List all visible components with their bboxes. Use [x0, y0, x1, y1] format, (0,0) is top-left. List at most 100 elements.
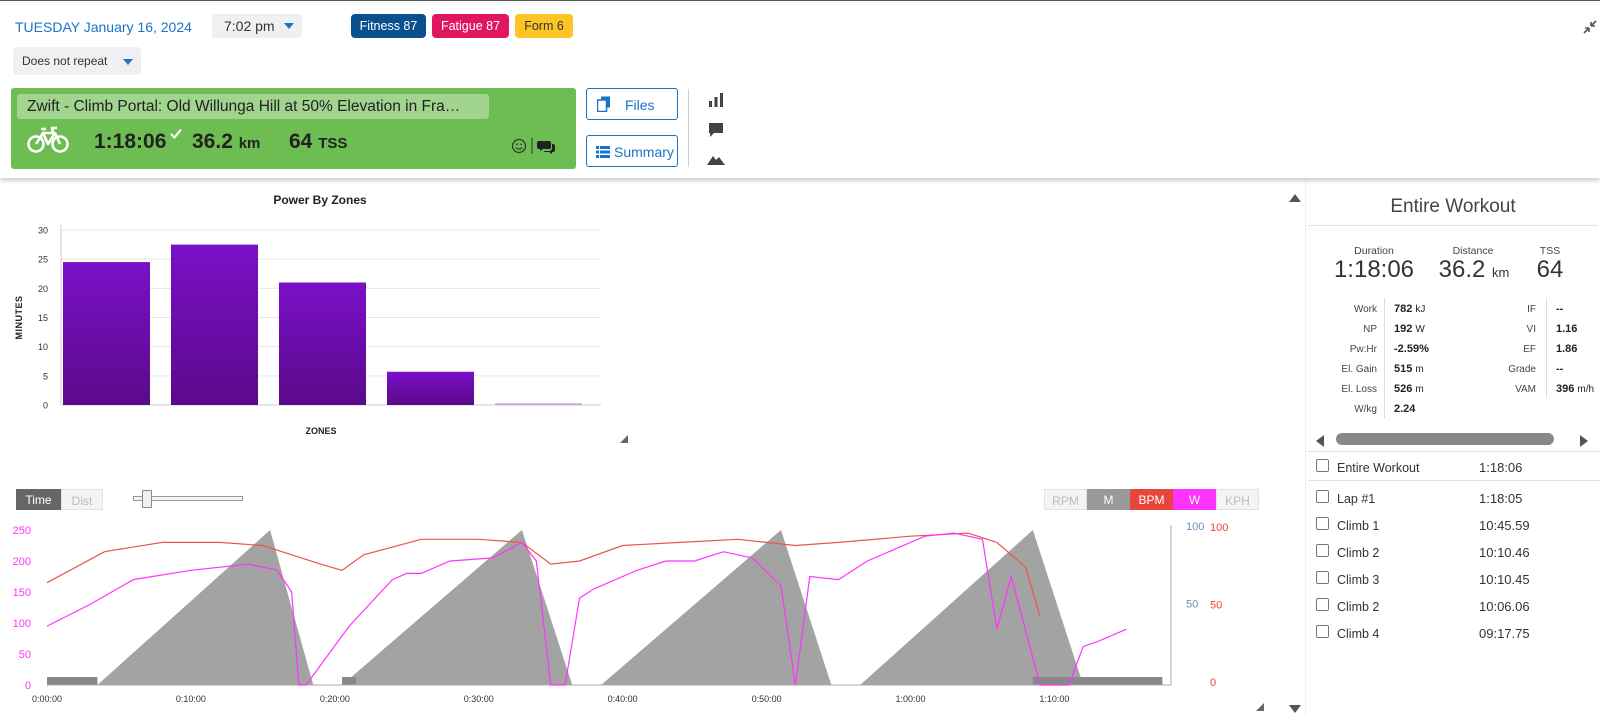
fatigue-badge: Fatigue 87 [432, 14, 509, 38]
lap-checkbox[interactable] [1316, 459, 1329, 472]
lap-row[interactable]: Lap #1 1:18:05 [1316, 490, 1598, 512]
x-tick-label: 0:20:00 [320, 694, 350, 704]
right-panel-separator [1305, 178, 1306, 715]
lap-row[interactable]: Climb 2 10:10.46 [1316, 544, 1598, 566]
stat-np-label: NP [1363, 324, 1377, 335]
right-panel-title: Entire Workout [1390, 196, 1516, 217]
scroll-right-icon[interactable] [1580, 434, 1588, 452]
workout-date[interactable]: TUESDAY January 16, 2024 [15, 19, 192, 35]
smiley-icon[interactable] [511, 138, 527, 154]
left-axis-tick: 50 [19, 649, 31, 661]
lap-time: 10:06.06 [1479, 599, 1530, 614]
lap-name: Lap #1 [1337, 492, 1376, 506]
stat-pwhr-label: Pw:Hr [1349, 344, 1377, 355]
time-toggle[interactable]: Time [16, 489, 61, 510]
stat-vi-label: VI [1526, 324, 1536, 335]
app-root: TUESDAY January 16, 2024 7:02 pm Fitness… [0, 0, 1600, 715]
dist-toggle[interactable]: Dist [61, 489, 103, 510]
y-tick-label: 30 [38, 226, 48, 236]
files-button[interactable]: Files [586, 88, 678, 120]
elevation-flat-start [47, 677, 98, 685]
right-axis-1-tick: 100 [1186, 521, 1204, 533]
elevation-area [97, 530, 1084, 685]
rpm-label: RPM [1052, 494, 1079, 508]
workout-title[interactable]: Zwift - Climb Portal: Old Willunga Hill … [17, 94, 489, 119]
y-tick-label: 0 [43, 401, 48, 411]
workout-tss: 64 TSS [289, 130, 347, 154]
lap-checkbox[interactable] [1316, 490, 1329, 503]
kph-toggle[interactable]: KPH [1216, 489, 1259, 510]
fitness-badge-label: Fitness 87 [359, 19, 418, 33]
y-tick-label: 15 [38, 313, 48, 323]
scroll-up-icon[interactable] [1289, 189, 1301, 207]
zone-bar [387, 371, 474, 405]
elgain-unit: m [1415, 364, 1424, 375]
time-select[interactable]: 7:02 pm [212, 14, 302, 38]
elgain-number: 515 [1394, 363, 1413, 375]
repeat-value: Does not repeat [22, 54, 108, 68]
scroll-left-icon[interactable] [1316, 434, 1324, 452]
resize-handle-icon[interactable] [620, 430, 628, 448]
zone-bar [63, 262, 150, 405]
lap-row-entire[interactable]: Entire Workout 1:18:06 [1316, 459, 1598, 481]
resize-handle-icon[interactable] [1256, 698, 1264, 715]
left-axis-tick: 100 [13, 618, 31, 630]
fatigue-badge-label: Fatigue 87 [440, 19, 501, 33]
repeat-select[interactable]: Does not repeat [13, 47, 141, 75]
m-toggle[interactable]: M [1087, 489, 1130, 510]
stat-work-value: 782 kJ [1394, 303, 1425, 315]
bpm-toggle[interactable]: BPM [1130, 489, 1173, 510]
lap-time: 10:10.45 [1479, 572, 1530, 587]
x-tick-label: 0:50:00 [752, 694, 782, 704]
lap-name: Climb 2 [1337, 600, 1380, 614]
elevation-flat-segment [342, 677, 357, 685]
stat-ef-value: 1.86 [1556, 343, 1578, 355]
tss-unit: TSS [318, 135, 348, 152]
stat-elgain-label: El. Gain [1341, 364, 1377, 375]
left-axis-tick: 200 [13, 556, 31, 568]
lap-row[interactable]: Climb 3 10:10.45 [1316, 571, 1598, 593]
lap-row[interactable]: Climb 4 09:17.75 [1316, 625, 1598, 647]
lap-row[interactable]: Climb 2 10:06.06 [1316, 598, 1598, 620]
lap-name: Climb 4 [1337, 627, 1380, 641]
files-icon [596, 96, 611, 115]
collapse-icon[interactable] [1582, 19, 1598, 35]
lap-checkbox[interactable] [1316, 517, 1329, 530]
x-tick-label: 0:40:00 [608, 694, 638, 704]
elloss-number: 526 [1394, 383, 1413, 395]
elevation-icon[interactable] [707, 153, 725, 172]
stats-scrollbar[interactable] [1336, 433, 1554, 445]
rpm-toggle[interactable]: RPM [1044, 489, 1087, 510]
summary-button[interactable]: Summary [586, 135, 678, 167]
lap-row[interactable]: Climb 1 10:45.59 [1316, 517, 1598, 539]
y-tick-label: 25 [38, 255, 48, 265]
right-axis-2-tick: 0 [1210, 677, 1216, 689]
duration-value: 1:18:06 [1333, 256, 1415, 283]
m-label: M [1103, 493, 1114, 507]
comment-icon[interactable] [708, 122, 724, 143]
left-axis-tick: 150 [13, 587, 31, 599]
scroll-down-icon[interactable] [1289, 700, 1301, 715]
distance-value: 36.2 [192, 130, 233, 153]
lap-checkbox[interactable] [1316, 544, 1329, 557]
elevation-flat-end [1032, 677, 1163, 685]
bar-chart-icon[interactable] [708, 92, 724, 113]
stats-divider-right [1546, 298, 1547, 398]
w-toggle[interactable]: W [1173, 489, 1216, 510]
lap-time: 10:10.46 [1479, 545, 1530, 560]
comments-icon[interactable] [537, 141, 555, 154]
duration-value: 1:18:06 [94, 130, 167, 153]
workout-card[interactable]: Zwift - Climb Portal: Old Willunga Hill … [11, 88, 576, 169]
distance-number: 36.2 [1438, 256, 1486, 283]
lap-checkbox[interactable] [1316, 571, 1329, 584]
x-axis-label: ZONES [305, 426, 336, 436]
x-tick-label: 1:00:00 [895, 694, 925, 704]
lap-checkbox[interactable] [1316, 598, 1329, 611]
zoom-slider-thumb[interactable] [142, 490, 152, 508]
wkg-number: 2.24 [1394, 403, 1416, 415]
x-tick-label: 0:30:00 [464, 694, 494, 704]
workout-timeline-chart[interactable]: 0 50 100 150 200 250 50 100 0 50 100 0:00:00 0:10:00… [0, 515, 1265, 710]
y-axis-label: MINUTES [14, 296, 24, 340]
lap-checkbox[interactable] [1316, 625, 1329, 638]
fitness-badge: Fitness 87 [351, 14, 426, 38]
